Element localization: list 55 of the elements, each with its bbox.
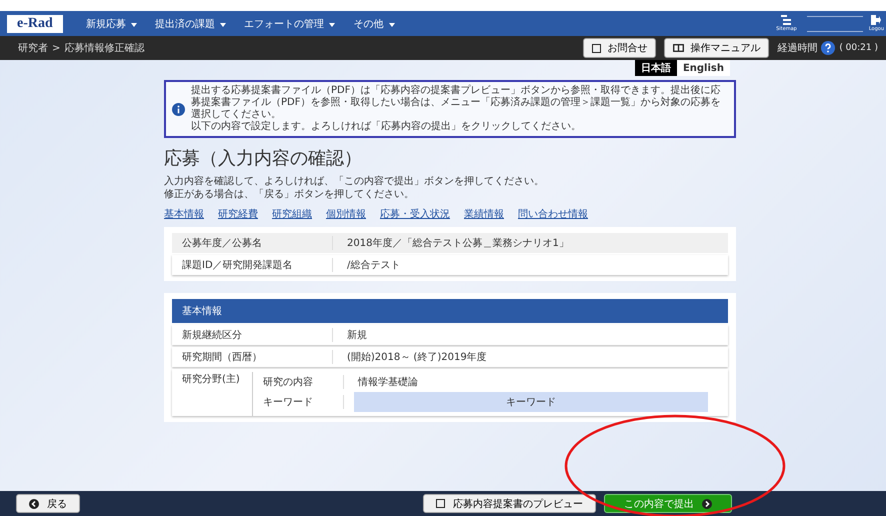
user-field [806, 16, 863, 32]
section-link[interactable]: 個別情報 [326, 207, 366, 221]
back-icon [29, 498, 39, 508]
forward-icon [702, 498, 712, 508]
logout-icon [871, 15, 882, 25]
caret-icon [130, 22, 137, 26]
submit-button[interactable]: この内容で提出 [604, 494, 732, 513]
row-label: 研究分野(主) [172, 372, 253, 416]
menu-item[interactable]: その他 [344, 16, 404, 30]
caret-icon [220, 22, 226, 26]
section-link[interactable]: 研究経費 [218, 207, 258, 221]
sitemap-icon [780, 15, 792, 25]
manual-button[interactable]: 操作マニュアル [664, 38, 770, 58]
menu-item[interactable]: 提出済の課題 [146, 16, 236, 30]
row-value: 2018年度／「総合テスト公募＿業務シナリオ1」 [346, 236, 570, 250]
caret-icon [388, 22, 395, 26]
keyword-table-header: キーワード [354, 392, 708, 412]
section-header: 基本情報 [172, 299, 728, 323]
logo[interactable]: e-Rad [7, 14, 63, 32]
language-tab[interactable]: 日本語 [634, 60, 677, 76]
preview-button[interactable]: 応募内容提案書のプレビュー [423, 494, 596, 513]
instruction-text: 入力内容を確認して、よろしければ、「この内容で提出」ボタンを押してください。 [164, 175, 545, 188]
caret-icon [329, 22, 336, 26]
section-link[interactable]: 基本情報 [164, 207, 204, 221]
help-icon[interactable] [821, 41, 836, 55]
contact-button[interactable]: お問合せ [583, 38, 656, 58]
row-value: (開始)2018～ (終了)2019年度 [346, 350, 488, 364]
section-link[interactable]: 研究組織 [272, 207, 312, 221]
row-value: /総合テスト [346, 259, 402, 272]
row-label: 研究の内容 [253, 375, 344, 389]
row-value: 新規 [346, 328, 368, 342]
elapsed-time: ( 00:21 ) [839, 43, 878, 53]
row-value: 情報学基礎論 [356, 376, 419, 389]
breadcrumb-current: 応募情報修正確認 [64, 42, 144, 55]
section-link[interactable]: 業績情報 [464, 207, 504, 221]
breadcrumb-separator: > [52, 42, 60, 54]
row-label: キーワード [253, 395, 344, 409]
row-label: 公募年度／公募名 [172, 236, 333, 250]
menu-item[interactable]: 新規応募 [76, 16, 146, 30]
page-title: 応募（入力内容の確認） [164, 147, 363, 170]
elapsed-label: 経過時間 [777, 42, 818, 55]
row-label: 課題ID／研究開発課題名 [172, 258, 333, 272]
row-label: 新規継続区分 [172, 328, 333, 342]
notice-text: 提出する応募提案書ファイル（PDF）は「応募内容の提案書プレビュー」ボタンから参照・取得できます。提出後に応募提案書ファイル（PDF）を参照・取得したい場合は、メニュー「応募済み課題の管理＞課題一覧」から対象の応募を選択してください。 [191, 85, 722, 120]
info-icon [172, 102, 185, 116]
instruction-text: 修正がある場合は、「戻る」ボタンを押してください。 [164, 188, 415, 201]
breadcrumb-link[interactable]: 研究者 [18, 41, 48, 55]
menu-item[interactable]: エフォートの管理 [235, 16, 344, 30]
notice-text: 以下の内容で設定します。よろしければ「応募内容の提出」をクリックしてください。 [191, 121, 582, 133]
section-link[interactable]: 応募・受入状況 [380, 207, 450, 221]
book-icon [673, 44, 684, 52]
back-button[interactable]: 戻る [16, 494, 80, 513]
language-tab[interactable]: English [676, 60, 730, 76]
section-link[interactable]: 問い合わせ情報 [518, 207, 588, 221]
row-label: 研究期間（西暦） [172, 350, 333, 364]
